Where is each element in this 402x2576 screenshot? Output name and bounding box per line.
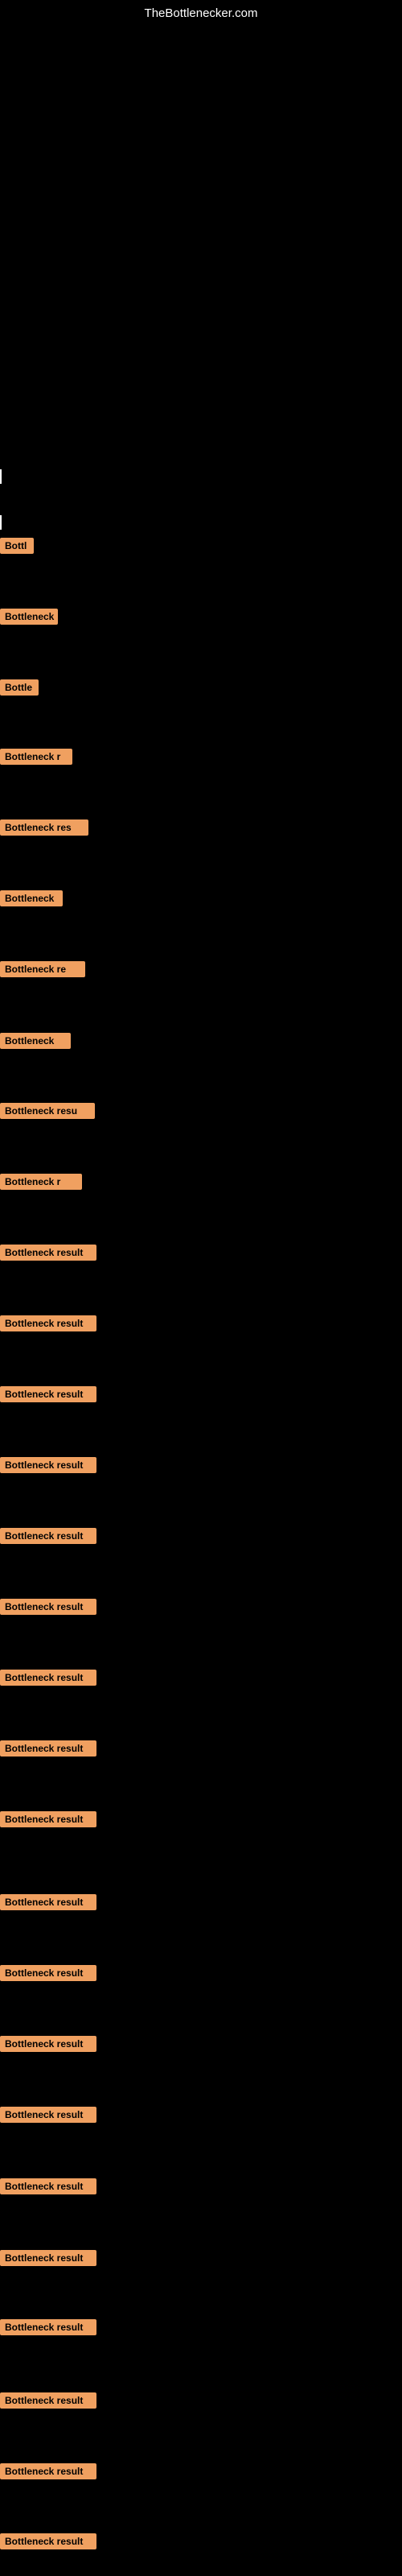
bottleneck-item-24[interactable]: Bottleneck result [0, 2250, 96, 2266]
bottleneck-item-18[interactable]: Bottleneck result [0, 1811, 96, 1827]
bottleneck-item-23[interactable]: Bottleneck result [0, 2178, 96, 2194]
bottleneck-item-21[interactable]: Bottleneck result [0, 2036, 96, 2052]
bottleneck-item-2[interactable]: Bottle [0, 679, 39, 696]
cursor-line-1 [0, 515, 2, 530]
bottleneck-item-16[interactable]: Bottleneck result [0, 1670, 96, 1686]
bottleneck-item-10[interactable]: Bottleneck result [0, 1245, 96, 1261]
bottleneck-item-12[interactable]: Bottleneck result [0, 1386, 96, 1402]
bottleneck-item-25[interactable]: Bottleneck result [0, 2319, 96, 2335]
bottleneck-item-5[interactable]: Bottleneck [0, 890, 63, 906]
site-title: TheBottlenecker.com [145, 6, 258, 20]
bottleneck-item-14[interactable]: Bottleneck result [0, 1528, 96, 1544]
bottleneck-item-19[interactable]: Bottleneck result [0, 1894, 96, 1910]
bottleneck-item-8[interactable]: Bottleneck resu [0, 1103, 95, 1119]
bottleneck-item-6[interactable]: Bottleneck re [0, 961, 85, 977]
bottleneck-item-3[interactable]: Bottleneck r [0, 749, 72, 765]
bottleneck-item-17[interactable]: Bottleneck result [0, 1740, 96, 1757]
bottleneck-item-4[interactable]: Bottleneck res [0, 819, 88, 836]
bottleneck-item-22[interactable]: Bottleneck result [0, 2107, 96, 2123]
bottleneck-item-1[interactable]: Bottleneck [0, 609, 58, 625]
bottleneck-item-28[interactable]: Bottleneck result [0, 2533, 96, 2549]
bottleneck-item-15[interactable]: Bottleneck result [0, 1599, 96, 1615]
bottleneck-item-11[interactable]: Bottleneck result [0, 1315, 96, 1331]
bottleneck-item-26[interactable]: Bottleneck result [0, 2392, 96, 2409]
bottleneck-item-9[interactable]: Bottleneck r [0, 1174, 82, 1190]
bottleneck-item-7[interactable]: Bottleneck [0, 1033, 71, 1049]
bottleneck-item-20[interactable]: Bottleneck result [0, 1965, 96, 1981]
bottleneck-item-13[interactable]: Bottleneck result [0, 1457, 96, 1473]
cursor-line-0 [0, 469, 2, 484]
bottleneck-item-0[interactable]: Bottl [0, 538, 34, 554]
bottleneck-item-27[interactable]: Bottleneck result [0, 2463, 96, 2479]
